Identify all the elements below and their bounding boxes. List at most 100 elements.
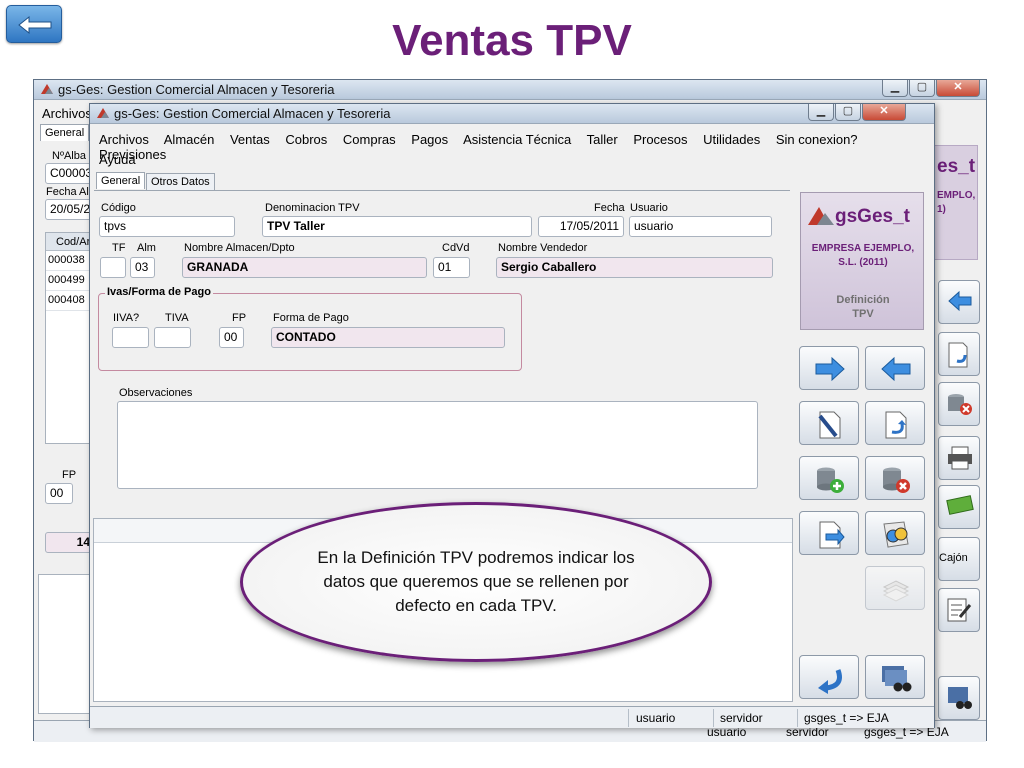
menu-almacen[interactable]: Almacén [164, 132, 215, 147]
menu-archivos[interactable]: Archivos [99, 132, 149, 147]
iiva-field[interactable] [112, 327, 149, 348]
add-record-button[interactable] [799, 456, 859, 500]
database-delete-icon [883, 467, 910, 493]
pen-document-icon [818, 411, 841, 439]
document-export-icon [819, 521, 845, 549]
bg-cajon-button[interactable]: Cajón [938, 537, 980, 581]
status-separator [713, 709, 714, 727]
logo-panel: gsGes_t EMPRESA EJEMPLO, S.L. (2011) Def… [800, 192, 924, 330]
status-servidor: servidor [720, 711, 763, 725]
cdvd-label: CdVd [442, 242, 470, 254]
minimize-button[interactable]: ▁ [882, 80, 908, 97]
bg-cash-button[interactable] [938, 485, 980, 529]
menu-ayuda[interactable]: Ayuda [99, 152, 136, 167]
background-window-titlebar: gs-Ges: Gestion Comercial Almacen y Teso… [34, 80, 986, 100]
menu-asistencia-tecnica[interactable]: Asistencia Técnica [463, 132, 571, 147]
menu-compras[interactable]: Compras [343, 132, 396, 147]
minimize-button[interactable]: ▁ [808, 104, 834, 121]
bg-field-fecha[interactable]: 20/05/2 [45, 199, 95, 220]
print-button[interactable] [865, 566, 925, 610]
arrow-left-icon [948, 290, 972, 312]
fecha-field[interactable]: 17/05/2011 [538, 216, 624, 237]
exit-button[interactable] [799, 655, 859, 699]
tab-general[interactable]: General [96, 172, 146, 189]
search-binoculars-icon [883, 521, 909, 548]
empresa-line1: EMPRESA EJEMPLO, [811, 243, 915, 254]
bg-print-button[interactable] [938, 436, 980, 480]
denominacion-label: Denominacion TPV [265, 202, 360, 214]
fp-label: FP [232, 312, 247, 324]
table-row[interactable]: 000038 [46, 251, 94, 271]
usuario-field[interactable]: usuario [629, 216, 772, 237]
menu-cobros[interactable]: Cobros [285, 132, 327, 147]
search-button[interactable] [865, 511, 925, 555]
bg-field-nalbaran[interactable]: C00003 [45, 163, 95, 184]
bg-edit-list-button[interactable] [938, 588, 980, 632]
bg-empresa-line1: EMPLO, [937, 190, 976, 201]
money-icon [946, 495, 974, 515]
alm-field[interactable]: 03 [130, 257, 155, 278]
close-button[interactable]: ✕ [862, 104, 906, 121]
export-button[interactable] [799, 511, 859, 555]
menu-ventas[interactable]: Ventas [230, 132, 270, 147]
denominacion-field[interactable]: TPV Taller [262, 216, 532, 237]
desc-line2: TPV [852, 308, 874, 320]
undo-document-icon [948, 342, 968, 368]
maximize-button[interactable]: ▢ [909, 80, 935, 97]
menu-procesos[interactable]: Procesos [633, 132, 687, 147]
window-controls: ▁ ▢ ✕ [808, 104, 906, 122]
tab-otros-datos[interactable]: Otros Datos [146, 173, 215, 190]
bg-list-search-button[interactable] [938, 676, 980, 720]
edit-button[interactable] [799, 401, 859, 445]
table-row[interactable]: 000408 [46, 291, 94, 311]
explanation-callout: En la Definición TPV podremos indicar lo… [240, 502, 712, 662]
bg-tab-general[interactable]: General [40, 124, 90, 141]
menu-taller[interactable]: Taller [587, 132, 618, 147]
iiva-label: IIVA? [113, 312, 140, 324]
next-record-button[interactable] [799, 346, 859, 390]
slide-title: Ventas TPV [392, 16, 632, 65]
observaciones-textarea[interactable] [117, 401, 758, 489]
menu-pagos[interactable]: Pagos [411, 132, 448, 147]
bg-previous-button[interactable] [938, 280, 980, 324]
bg-logo-text: es_t [937, 156, 976, 177]
list-edit-icon [947, 598, 972, 622]
window-titlebar: gs-Ges: Gestion Comercial Almacen y Teso… [90, 104, 934, 124]
background-window-controls: ▁ ▢ ✕ [882, 80, 980, 98]
observaciones-label: Observaciones [119, 387, 193, 399]
bg-lines-table[interactable]: Cod/Ar 000038 000499 000408 [45, 232, 95, 444]
table-row[interactable]: 000499 [46, 271, 94, 291]
menu-sin-conexion[interactable]: Sin conexion? [776, 132, 858, 147]
previous-record-button[interactable] [865, 346, 925, 390]
close-button[interactable]: ✕ [936, 80, 980, 97]
tiva-field[interactable] [154, 327, 191, 348]
return-arrow-icon [818, 669, 842, 694]
list-search-button[interactable] [865, 655, 925, 699]
bg-label-nalbaran: NºAlba [52, 150, 86, 162]
bg-label-fecha: Fecha Al [46, 186, 89, 198]
database-delete-icon [948, 394, 972, 415]
bg-undo-document-button[interactable] [938, 332, 980, 376]
cdvd-field[interactable]: 01 [433, 257, 470, 278]
tab-divider [94, 190, 790, 191]
callout-text: En la Definición TPV podremos indicar lo… [317, 548, 635, 615]
menu-bar: Archivos Almacén Ventas Cobros Compras P… [99, 132, 934, 162]
nombre-vendedor-label: Nombre Vendedor [498, 242, 588, 254]
codigo-label: Código [101, 202, 136, 214]
status-db: gsges_t => EJA [804, 711, 889, 725]
codigo-field[interactable]: tpvs [99, 216, 235, 237]
bg-delete-record-button[interactable] [938, 382, 980, 426]
ivas-group-title: Ivas/Forma de Pago [105, 286, 213, 298]
menu-utilidades[interactable]: Utilidades [703, 132, 760, 147]
bg-field-fp[interactable]: 00 [45, 483, 73, 504]
bg-menu-archivos[interactable]: Archivos [42, 106, 92, 121]
maximize-button[interactable]: ▢ [835, 104, 861, 121]
gsges-logo-icon [808, 207, 834, 225]
bg-cajon-label: Cajón [939, 552, 968, 564]
fp-field[interactable]: 00 [219, 327, 244, 348]
background-window-title: gs-Ges: Gestion Comercial Almacen y Teso… [58, 82, 335, 97]
database-add-icon [817, 467, 844, 493]
delete-record-button[interactable] [865, 456, 925, 500]
tf-field[interactable] [100, 257, 126, 278]
undo-document-button[interactable] [865, 401, 925, 445]
